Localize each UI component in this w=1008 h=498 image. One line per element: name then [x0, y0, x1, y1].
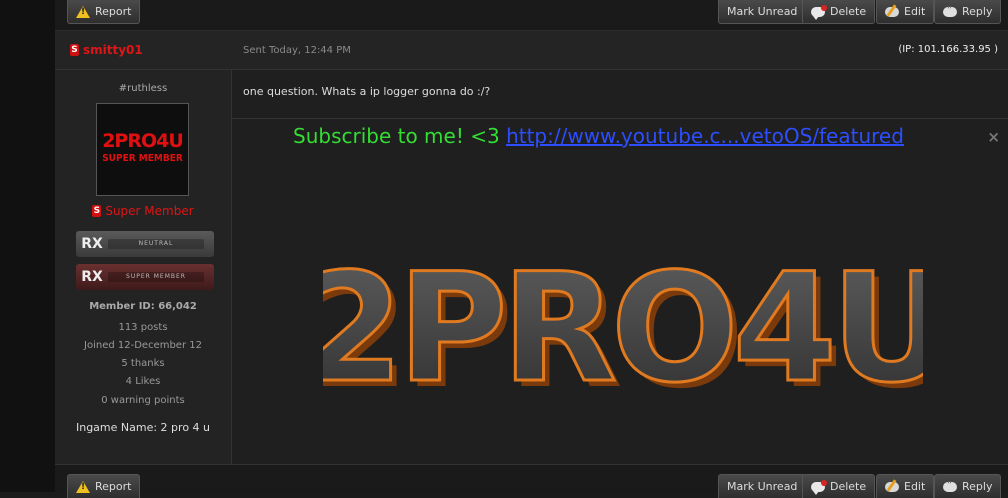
post-header: S smitty01 Sent Today, 12:44 PM (IP: 101…	[55, 31, 1008, 70]
super-member-icon: S	[70, 44, 79, 56]
report-button[interactable]: Report	[67, 0, 141, 24]
mark-unread-button[interactable]: Mark Unread	[718, 0, 807, 24]
post-message: one question. Whats a ip logger gonna do…	[243, 85, 491, 98]
member-id: Member ID: 66,042	[89, 301, 197, 312]
warning-icon	[76, 5, 90, 18]
delete-label: Delete	[830, 4, 867, 18]
edit-label: Edit	[904, 4, 926, 18]
post-timestamp: Sent Today, 12:44 PM	[243, 45, 351, 56]
avatar[interactable]: 2PRO4U SUPER MEMBER	[96, 103, 189, 196]
edit-button[interactable]: Edit	[876, 474, 935, 498]
avatar-text-sub: SUPER MEMBER	[102, 153, 183, 164]
rank-badge-neutral: RX NEUTRAL	[76, 231, 214, 257]
likes-count: 4 Likes	[125, 376, 161, 387]
thanks-count: 5 thanks	[121, 358, 165, 369]
reply-icon	[943, 5, 957, 17]
super-member-icon: S	[92, 205, 102, 217]
delete-button[interactable]: Delete	[802, 474, 876, 498]
signature-subscribe-text: Subscribe to me! <3	[293, 124, 507, 148]
join-date: Joined 12-December 12	[84, 340, 202, 351]
left-page-strip	[0, 0, 55, 492]
post-action-bar-top: Report Mark Unread Delete Edit Reply	[55, 0, 1008, 31]
delete-button[interactable]: Delete	[802, 0, 876, 24]
reply-label: Reply	[962, 479, 993, 493]
post-count: 113 posts	[118, 322, 168, 333]
reply-button[interactable]: Reply	[934, 474, 1002, 498]
rank-badge-letters: RX	[81, 236, 103, 252]
close-icon[interactable]: ×	[987, 128, 1000, 146]
signature-divider	[232, 118, 1008, 119]
rank-badge-letters: RX	[81, 269, 103, 285]
signature-text: Subscribe to me! <3 http://www.youtube.c…	[293, 124, 904, 148]
rank-badge-label: NEUTRAL	[108, 239, 204, 249]
rank-badge-label: SUPER MEMBER	[108, 272, 204, 282]
user-group: S Super Member	[55, 204, 231, 218]
report-label: Report	[95, 479, 132, 493]
report-label: Report	[95, 4, 132, 18]
signature-link[interactable]: http://www.youtube.c...vetoOS/featured	[506, 124, 904, 148]
delete-icon	[811, 479, 827, 495]
ip-address[interactable]: (IP: 101.166.33.95 )	[898, 44, 998, 55]
post-author[interactable]: S smitty01	[70, 43, 143, 57]
edit-icon	[885, 481, 899, 492]
mark-unread-button[interactable]: Mark Unread	[718, 474, 807, 498]
post-action-bar-bottom: Report Mark Unread Delete Edit Reply	[55, 464, 1008, 498]
edit-label: Edit	[904, 479, 926, 493]
signature-banner: 2PRO4U 2PRO4U	[323, 241, 923, 411]
edit-button[interactable]: Edit	[876, 0, 935, 24]
author-info-panel: #ruthless 2PRO4U SUPER MEMBER S Super Me…	[55, 70, 232, 464]
banner-text: 2PRO4U	[323, 242, 923, 410]
reply-icon	[943, 480, 957, 492]
mark-unread-label: Mark Unread	[727, 479, 798, 493]
reply-label: Reply	[962, 4, 993, 18]
ingame-name: Ingame Name: 2 pro 4 u	[75, 421, 211, 434]
reply-button[interactable]: Reply	[934, 0, 1002, 24]
user-title: #ruthless	[118, 83, 168, 94]
user-group-label: Super Member	[105, 204, 194, 218]
delete-icon	[811, 4, 827, 20]
rank-badge-super-member: RX SUPER MEMBER	[76, 264, 214, 290]
mark-unread-label: Mark Unread	[727, 4, 798, 18]
delete-label: Delete	[830, 479, 867, 493]
edit-icon	[885, 6, 899, 17]
warning-points: 0 warning points	[101, 395, 185, 406]
forum-post: Report Mark Unread Delete Edit Reply S s…	[55, 0, 1008, 498]
report-button[interactable]: Report	[67, 474, 141, 498]
warning-icon	[76, 480, 90, 493]
avatar-text-main: 2PRO4U	[102, 130, 184, 152]
author-name[interactable]: smitty01	[83, 43, 143, 57]
